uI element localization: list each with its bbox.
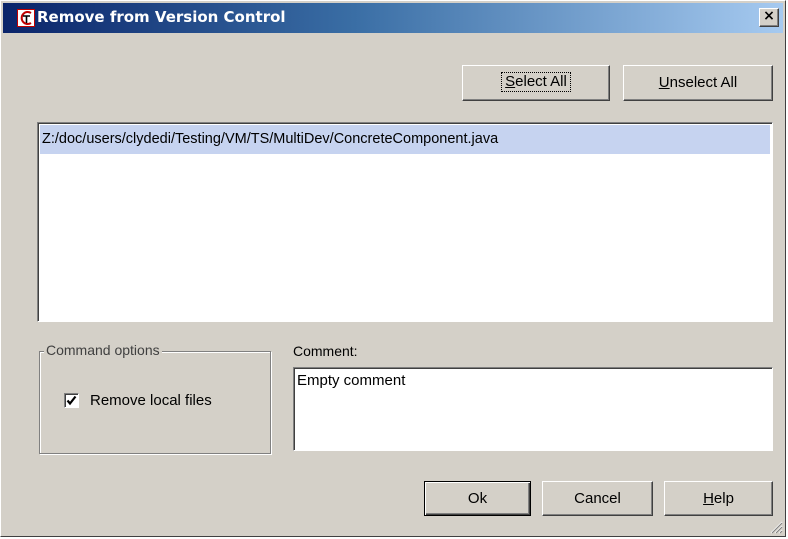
unselect-all-button[interactable]: Unselect All <box>623 65 773 101</box>
help-button[interactable]: Help <box>664 481 773 516</box>
help-mnemonic: H <box>703 490 714 507</box>
resize-grip-icon[interactable] <box>769 520 783 534</box>
select-all-focus: Select All <box>501 72 571 92</box>
dialog-window: Remove from Version Control × Select All… <box>0 0 786 537</box>
window-title: Remove from Version Control <box>37 8 286 26</box>
unselect-all-mnemonic: U <box>658 74 670 91</box>
unselect-all-label-post: nselect All <box>669 74 738 91</box>
checkmark-icon <box>66 395 77 406</box>
select-all-mnemonic: S <box>505 73 516 90</box>
title-bar[interactable]: Remove from Version Control × <box>3 3 783 33</box>
comment-label: Comment: <box>293 343 358 359</box>
command-options-legend: Command options <box>44 342 162 358</box>
comment-field[interactable]: Empty comment <box>293 367 773 451</box>
list-item[interactable]: Z:/doc/users/clydedi/Testing/VM/TS/Multi… <box>40 125 770 154</box>
app-logo-icon <box>17 9 35 27</box>
close-button[interactable]: × <box>759 8 779 27</box>
file-path: Z:/doc/users/clydedi/Testing/VM/TS/Multi… <box>42 131 499 147</box>
cancel-button[interactable]: Cancel <box>542 481 653 516</box>
close-icon: × <box>763 8 775 24</box>
select-all-button[interactable]: Select All <box>462 65 610 101</box>
select-all-label-post: elect All <box>515 73 567 90</box>
ok-button[interactable]: Ok <box>424 481 531 516</box>
cancel-label: Cancel <box>574 490 621 507</box>
remove-local-files-label[interactable]: Remove local files <box>90 392 212 409</box>
file-list[interactable]: Z:/doc/users/clydedi/Testing/VM/TS/Multi… <box>37 122 773 322</box>
command-options-group: Command options Remove local files <box>39 342 271 454</box>
help-label-post: elp <box>713 490 734 507</box>
remove-local-files-checkbox[interactable] <box>64 393 79 408</box>
ok-label: Ok <box>467 490 488 507</box>
